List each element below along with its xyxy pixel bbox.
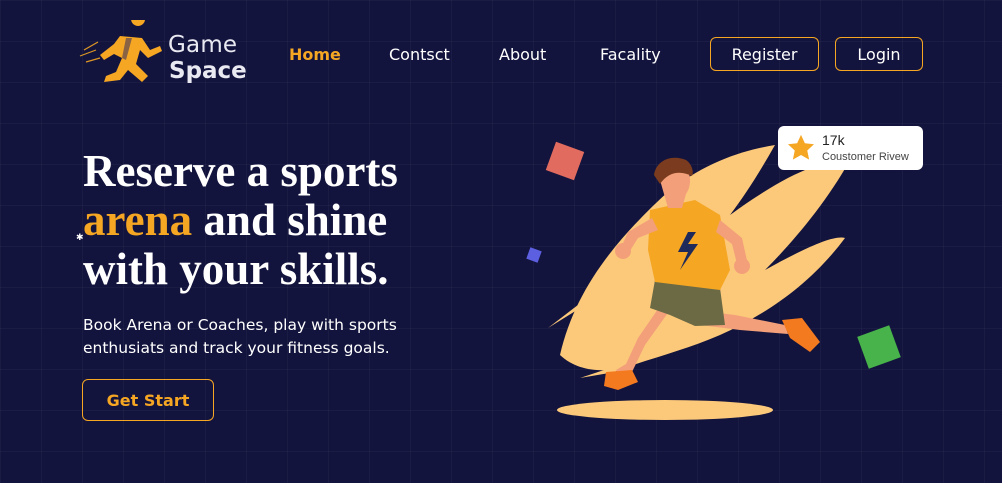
login-button[interactable]: Login: [835, 37, 923, 71]
hero-subtext: Book Arena or Coaches, play with sports …: [83, 316, 397, 357]
brand-name-line1: Game: [168, 32, 238, 58]
nav-home[interactable]: Home: [289, 45, 341, 64]
nav-about[interactable]: About: [499, 45, 546, 64]
blue-square-icon: [526, 247, 542, 263]
sparkle-icon: ✱: [76, 232, 84, 242]
headline-accent: arena: [83, 195, 193, 245]
green-square-icon: [857, 325, 901, 369]
headline-line2: and shine: [203, 195, 388, 245]
nav-facility[interactable]: Facality: [600, 45, 661, 64]
runner-logo-icon: [79, 20, 162, 82]
register-button[interactable]: Register: [710, 37, 819, 71]
get-start-button[interactable]: Get Start: [82, 379, 214, 421]
brand-logo[interactable]: Game Space: [76, 18, 256, 88]
headline-line1: Reserve a sports: [83, 146, 398, 196]
review-label: Coustomer Rivew: [822, 150, 909, 163]
headline-line3: with your skills.: [83, 244, 389, 294]
customer-review-card: 17k Coustomer Rivew: [778, 126, 923, 170]
review-count: 17k: [822, 132, 845, 148]
star-icon: [788, 134, 814, 160]
brand-name-line2: Space: [169, 58, 247, 84]
hero-headline: Reserve a sports arena and shine with yo…: [83, 147, 503, 294]
red-square-icon: [545, 141, 585, 181]
nav-contact[interactable]: Contsct: [389, 45, 450, 64]
